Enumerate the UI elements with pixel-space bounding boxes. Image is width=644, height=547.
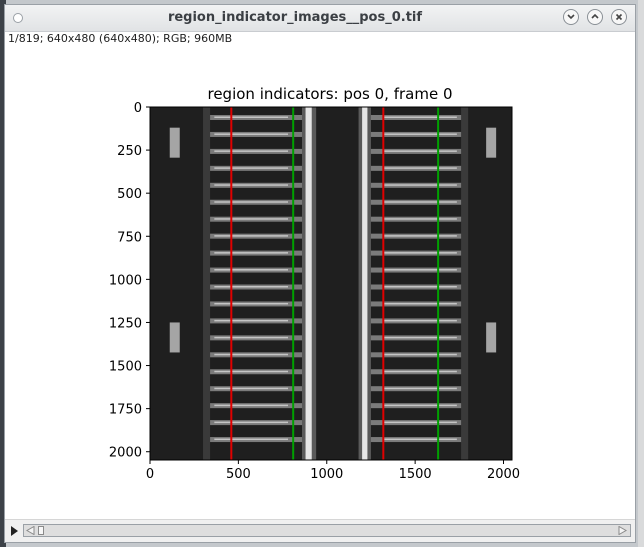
close-icon [615,13,623,21]
trap-left-highlight [214,269,289,271]
channel-right [362,107,368,460]
trap-left-highlight [214,336,289,339]
y-tick-label: 1250 [109,316,142,331]
left-edge-strip [203,107,211,460]
x-tick-label: 2000 [487,467,520,482]
trap-left-highlight [214,167,289,169]
trap-right-highlight [383,116,457,118]
y-tick-label: 750 [117,230,142,245]
trap-right-highlight [383,387,457,390]
trap-right-highlight [383,150,457,152]
y-tick-label: 1500 [109,360,142,375]
x-tick-label: 500 [226,467,251,482]
close-button[interactable] [611,9,627,25]
corner-marker [169,127,180,158]
x-tick-label: 1500 [399,467,432,482]
chevron-up-icon [591,13,599,19]
trap-right-highlight [383,319,457,322]
trap-left-highlight [214,370,289,373]
trap-right-highlight [383,252,457,254]
plot-title: region indicators: pos 0, frame 0 [207,85,452,103]
trap-right-highlight [383,353,457,356]
trap-left-highlight [214,302,289,305]
title-bar[interactable]: region_indicator_images__pos_0.tif [5,5,635,32]
maximize-button[interactable] [587,9,603,25]
trap-left-highlight [214,252,289,254]
y-tick-label: 0 [134,101,142,116]
channel-left [305,107,312,460]
minimize-button[interactable] [563,9,579,25]
trap-right-highlight [383,286,457,288]
trap-left-highlight [214,150,289,152]
y-tick-label: 500 [117,187,142,202]
trap-right-highlight [383,235,457,237]
trap-left-highlight [214,319,289,322]
trap-left-highlight [214,218,289,220]
trap-left-highlight [214,235,289,237]
corner-marker [169,322,180,353]
trap-left-highlight [214,404,289,407]
frame-slider-bar [5,519,635,542]
trap-left-highlight [214,184,289,186]
y-tick-label: 1000 [109,273,142,288]
desktop-background-right [638,0,644,547]
y-tick-label: 2000 [109,446,142,461]
corner-marker [486,322,497,353]
trap-right-highlight [383,133,457,135]
trap-right-highlight [383,421,457,424]
trap-left-highlight [214,201,289,203]
trap-left-highlight [214,353,289,356]
trap-right-highlight [383,201,457,203]
trap-right-highlight [383,167,457,169]
trap-right-highlight [383,404,457,407]
slider-thumb[interactable] [38,526,44,535]
x-tick-label: 1000 [310,467,343,482]
y-tick-label: 250 [117,144,142,159]
right-edge-strip [461,107,469,460]
trap-left-highlight [214,286,289,288]
image-info-line: 1/819; 640x480 (640x480); RGB; 960MB [8,32,233,45]
trap-right-highlight [383,336,457,339]
trap-left-highlight [214,116,289,118]
triangle-left-icon[interactable] [26,526,36,535]
trap-left-highlight [214,421,289,424]
trap-right-highlight [383,184,457,186]
corner-marker [486,127,497,158]
trap-left-highlight [214,387,289,390]
image-plot: region indicators: pos 0, frame 0 0 500 10… [109,85,520,482]
trap-right-highlight [383,269,457,271]
plot-area: region indicators: pos 0, frame 0 0 500 10… [5,47,635,519]
play-icon[interactable] [10,525,20,537]
chevron-down-icon [567,14,575,20]
frame-slider[interactable] [23,524,631,537]
trap-right-highlight [383,302,457,305]
trap-right-highlight [383,370,457,373]
trap-right-highlight [383,438,457,441]
image-window: region_indicator_images__pos_0.tif 1/819… [4,4,636,543]
microscope-image [150,107,512,460]
trap-right-highlight [383,218,457,220]
trap-left-highlight [214,438,289,441]
y-tick-label: 1750 [109,403,142,418]
x-tick-label: 0 [146,467,154,482]
triangle-right-icon[interactable] [618,526,628,535]
window-title: region_indicator_images__pos_0.tif [167,10,423,25]
trap-left-highlight [214,133,289,135]
